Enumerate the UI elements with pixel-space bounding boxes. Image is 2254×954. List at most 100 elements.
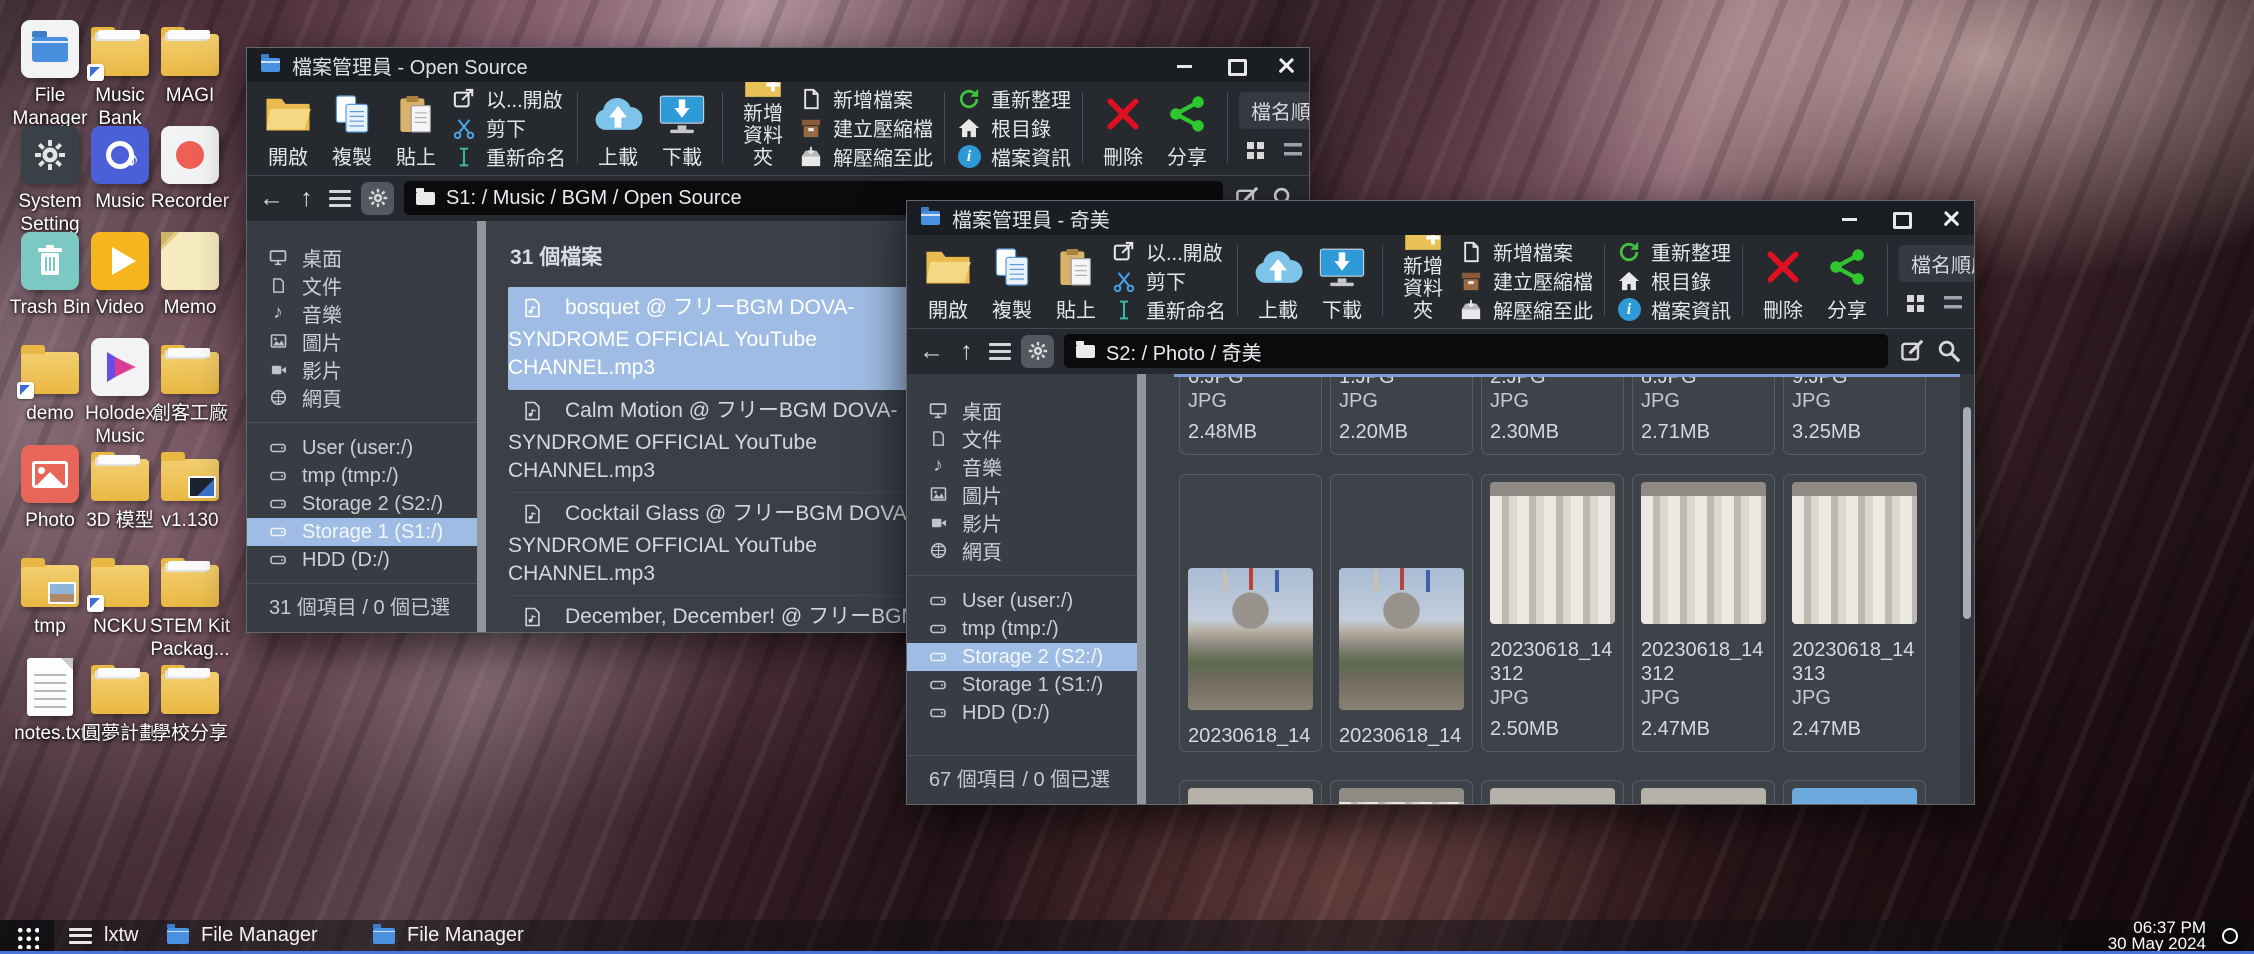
- rename-button[interactable]: 重新命名: [1111, 297, 1226, 323]
- paste-button[interactable]: 貼上: [387, 87, 445, 169]
- copy-button[interactable]: 複製: [323, 87, 381, 169]
- photo-cell[interactable]: [1783, 780, 1926, 804]
- desktop-icon-school-share[interactable]: 學校分享: [145, 658, 235, 745]
- open-with-button[interactable]: 以...開啟: [451, 86, 566, 112]
- create-archive-button[interactable]: 建立壓縮檔: [1458, 268, 1593, 294]
- new-file-button[interactable]: 新增檔案: [1458, 239, 1593, 265]
- sidebar-item-documents[interactable]: 文件: [907, 424, 1137, 452]
- photo-cell[interactable]: 8.JPG JPG 2.71MB: [1632, 374, 1775, 455]
- refresh-button[interactable]: 重新整理: [956, 86, 1071, 112]
- sidebar-item-storage1-drive-selected[interactable]: Storage 1 (S1:/): [247, 518, 477, 546]
- photo-cell[interactable]: 2.JPG JPG 2.30MB: [1481, 374, 1624, 455]
- scrollbar-thumb[interactable]: [1963, 407, 1971, 619]
- cut-button[interactable]: 剪下: [451, 115, 566, 141]
- open-button[interactable]: 開啟: [919, 240, 977, 322]
- edit-path-button[interactable]: [1898, 339, 1925, 363]
- sidebar-item-pictures[interactable]: 圖片: [907, 480, 1137, 508]
- sidebar-item-hdd-drive[interactable]: HDD (D:/): [907, 699, 1137, 727]
- sidebar-item-videos[interactable]: 影片: [907, 508, 1137, 536]
- delete-button[interactable]: 刪除: [1754, 240, 1812, 322]
- desktop-icon-memo[interactable]: Memo: [145, 232, 235, 319]
- path-input[interactable]: S2: / Photo / 奇美: [1064, 334, 1888, 368]
- photo-cell[interactable]: [1179, 780, 1322, 804]
- file-item[interactable]: Cocktail Glass @ フリーBGM DOVA-SYNDROME OF…: [508, 493, 936, 596]
- photo-cell[interactable]: 20230618_142852.JPG JPG 2.94MB: [1330, 474, 1473, 752]
- sidebar-item-storage1-drive[interactable]: Storage 1 (S1:/): [907, 671, 1137, 699]
- close-button[interactable]: [1943, 210, 1960, 227]
- new-folder-button[interactable]: 新增資料夾: [734, 87, 792, 169]
- close-button[interactable]: [1278, 57, 1295, 74]
- up-button[interactable]: ↑: [954, 339, 979, 364]
- sidebar-item-music[interactable]: ♪音樂: [247, 299, 477, 327]
- photo-cell[interactable]: [1481, 780, 1624, 804]
- root-directory-button[interactable]: 根目錄: [956, 115, 1071, 141]
- view-grid-button[interactable]: [1247, 142, 1264, 159]
- desktop-icon-recorder[interactable]: Recorder: [145, 126, 235, 213]
- session-indicator-icon[interactable]: [2222, 928, 2238, 944]
- sidebar-item-desktop[interactable]: 桌面: [907, 396, 1137, 424]
- open-with-button[interactable]: 以...開啟: [1111, 239, 1226, 265]
- sidebar-item-web[interactable]: 網頁: [247, 383, 477, 411]
- settings-button[interactable]: [361, 182, 394, 215]
- menu-button[interactable]: [329, 190, 351, 207]
- file-item-selected[interactable]: bosquet @ フリーBGM DOVA-SYNDROME OFFICIAL …: [508, 287, 936, 390]
- extract-here-button[interactable]: 解壓縮至此: [798, 144, 933, 170]
- upload-button[interactable]: 上載: [589, 87, 647, 169]
- new-file-button[interactable]: 新增檔案: [798, 86, 933, 112]
- rename-button[interactable]: 重新命名: [451, 144, 566, 170]
- settings-button[interactable]: [1021, 335, 1054, 368]
- sidebar-item-tmp-drive[interactable]: tmp (tmp:/): [907, 615, 1137, 643]
- view-grid-button[interactable]: [1907, 295, 1924, 312]
- share-button[interactable]: 分享: [1818, 240, 1876, 322]
- sidebar-item-tmp-drive[interactable]: tmp (tmp:/): [247, 462, 477, 490]
- sort-order-dropdown[interactable]: 檔名順序: [1899, 245, 1974, 282]
- app-launcher-button[interactable]: [0, 920, 54, 954]
- maximize-button[interactable]: [1892, 210, 1909, 227]
- desktop-icon-v1130[interactable]: v1.130: [145, 445, 235, 532]
- photo-cell[interactable]: [1632, 780, 1775, 804]
- minimize-button[interactable]: [1176, 57, 1193, 74]
- paste-button[interactable]: 貼上: [1047, 240, 1105, 322]
- titlebar[interactable]: 檔案管理員 - Open Source: [247, 48, 1309, 82]
- download-button[interactable]: 下載: [653, 87, 711, 169]
- extract-here-button[interactable]: 解壓縮至此: [1458, 297, 1593, 323]
- taskbar-menu-button[interactable]: [62, 920, 98, 951]
- sidebar-scrollbar[interactable]: [1137, 374, 1146, 804]
- sidebar-item-storage2-drive[interactable]: Storage 2 (S2:/): [247, 490, 477, 518]
- sidebar-scrollbar[interactable]: [477, 221, 486, 632]
- copy-button[interactable]: 複製: [983, 240, 1041, 322]
- sidebar-item-storage2-drive-selected[interactable]: Storage 2 (S2:/): [907, 643, 1137, 671]
- open-button[interactable]: 開啟: [259, 87, 317, 169]
- sidebar-item-user-drive[interactable]: User (user:/): [907, 587, 1137, 615]
- sort-order-dropdown[interactable]: 檔名順序: [1239, 92, 1309, 129]
- up-button[interactable]: ↑: [294, 186, 319, 211]
- share-button[interactable]: 分享: [1158, 87, 1216, 169]
- photo-cell[interactable]: 20230618_143131.JPG JPG 2.47MB: [1783, 474, 1926, 752]
- file-item[interactable]: December, December! @ フリーBGM DOVA-SYNDRO…: [508, 596, 936, 632]
- sidebar-item-desktop[interactable]: 桌面: [247, 243, 477, 271]
- menu-button[interactable]: [989, 343, 1011, 360]
- photo-cell[interactable]: 9.JPG JPG 3.25MB: [1783, 374, 1926, 455]
- sidebar-item-user-drive[interactable]: User (user:/): [247, 434, 477, 462]
- taskbar-task-file-manager-1[interactable]: File Manager: [167, 920, 318, 951]
- search-button[interactable]: [1935, 339, 1962, 363]
- maximize-button[interactable]: [1227, 57, 1244, 74]
- file-info-button[interactable]: i 檔案資訊: [956, 144, 1071, 170]
- new-folder-button[interactable]: 新增資料夾: [1394, 240, 1452, 322]
- photo-cell[interactable]: 20230618_143129.JPG JPG 2.47MB: [1632, 474, 1775, 752]
- file-info-button[interactable]: i 檔案資訊: [1616, 297, 1731, 323]
- refresh-button[interactable]: 重新整理: [1616, 239, 1731, 265]
- grid-scrollbar[interactable]: [1960, 374, 1974, 804]
- download-button[interactable]: 下載: [1313, 240, 1371, 322]
- sidebar-item-documents[interactable]: 文件: [247, 271, 477, 299]
- sidebar-item-hdd-drive[interactable]: HDD (D:/): [247, 546, 477, 574]
- cut-button[interactable]: 剪下: [1111, 268, 1226, 294]
- desktop-icon-stem-kit[interactable]: STEM Kit Packag...: [145, 551, 235, 661]
- photo-cell[interactable]: 1.JPG JPG 2.20MB: [1330, 374, 1473, 455]
- sidebar-item-videos[interactable]: 影片: [247, 355, 477, 383]
- desktop-icon-magi[interactable]: MAGI: [145, 20, 235, 107]
- view-list-button[interactable]: [1284, 143, 1302, 158]
- sidebar-item-music[interactable]: ♪音樂: [907, 452, 1137, 480]
- upload-button[interactable]: 上載: [1249, 240, 1307, 322]
- desktop-icon-maker-factory[interactable]: 創客工廠: [145, 338, 235, 425]
